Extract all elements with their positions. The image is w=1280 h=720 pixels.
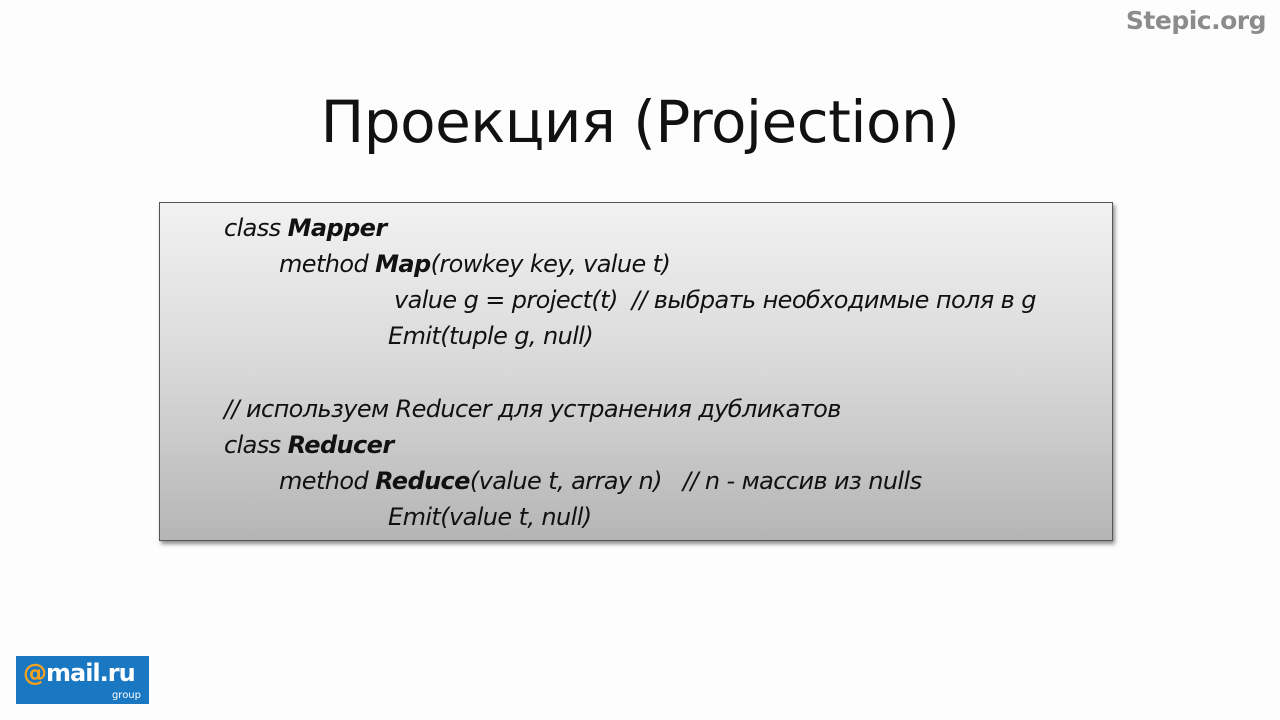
at-sign-icon: @ [23, 659, 47, 687]
code-keyword: method [279, 467, 376, 495]
mailru-logo-name: mail.ru [46, 659, 136, 687]
code-params: (value t, array n) // n - массив из null… [469, 467, 922, 495]
code-class-name: Mapper [287, 214, 388, 242]
code-line-2: method Map(rowkey key, value t) [279, 249, 671, 279]
code-keyword: class [224, 431, 288, 459]
code-class-name: Reducer [287, 431, 395, 459]
code-keyword: method [279, 250, 376, 278]
code-line-4: Emit(tuple g, null) [388, 322, 594, 350]
code-block: class Mapper method Map(rowkey key, valu… [159, 202, 1113, 541]
mailru-logo-sub: group [111, 690, 141, 701]
mailru-logo-text: @mail.ru [23, 659, 136, 687]
mailru-group-logo: @mail.ru group [16, 656, 149, 704]
code-params: (rowkey key, value t) [430, 250, 671, 278]
code-line-6: class Reducer [224, 430, 394, 460]
code-keyword: class [224, 214, 288, 242]
stepic-brand: Stepic.org [1125, 6, 1267, 35]
code-line-5: // используем Reducer для устранения дуб… [224, 395, 841, 423]
code-line-3: value g = project(t) // выбрать необходи… [394, 286, 1036, 314]
code-line-1: class Mapper [224, 213, 387, 243]
code-line-7: method Reduce(value t, array n) // n - м… [279, 466, 922, 496]
code-method-name: Map [375, 250, 431, 278]
code-line-8: Emit(value t, null) [388, 503, 592, 531]
code-method-name: Reduce [375, 467, 470, 495]
slide-title: Проекция (Projection) [320, 88, 960, 156]
